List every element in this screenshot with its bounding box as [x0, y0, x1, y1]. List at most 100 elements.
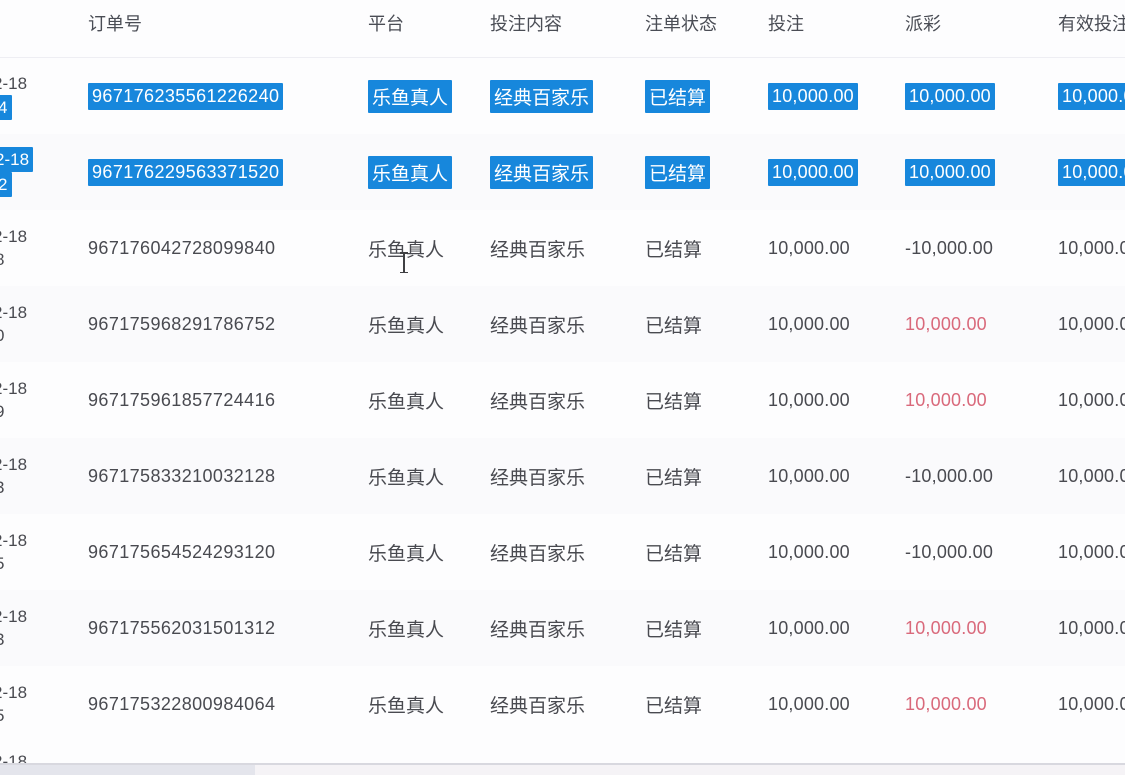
- cell-payout-text: 10,000.00: [905, 83, 995, 110]
- cell-order-no-text: 967175961857724416: [88, 390, 275, 410]
- table-row[interactable]: 2-185967175654524293120乐鱼真人经典百家乐已结算10,00…: [0, 514, 1125, 590]
- cell-platform: 乐鱼真人: [368, 311, 490, 338]
- cell-status: 已结算: [645, 235, 768, 262]
- cell-status: 已结算: [645, 387, 768, 414]
- cell-payout-text: 10,000.00: [905, 694, 987, 714]
- column-header-order-no: 订单号: [88, 0, 368, 57]
- cell-datetime: 2-183: [0, 605, 88, 651]
- cell-bet-content-text: 经典百家乐: [490, 316, 585, 337]
- cell-bet-content-text: 经典百家乐: [490, 468, 585, 489]
- date-line: 2-18: [0, 72, 88, 95]
- cell-payout-text: 10,000.00: [905, 618, 987, 638]
- cell-bet-amount-text: 10,000.00: [768, 314, 850, 334]
- date-line: 2-18: [0, 605, 88, 628]
- table-row[interactable]: 2-184967176235561226240乐鱼真人 经典百家乐 已结算 10,00…: [0, 58, 1125, 134]
- cell-status-text: 已结算: [645, 156, 710, 189]
- cell-bet-content-text: 经典百家乐: [490, 620, 585, 641]
- cell-order-no: 967175322800984064: [88, 694, 368, 715]
- table-row[interactable]: 2-183967175833210032128乐鱼真人经典百家乐已结算10,00…: [0, 438, 1125, 514]
- date-line: 2-18: [0, 377, 88, 400]
- cell-status: 已结算: [645, 691, 768, 718]
- cell-bet-amount: 10,000.00: [768, 390, 905, 411]
- date-text: 2-18: [0, 529, 27, 552]
- cell-valid-bet-text: 10,000.00: [1058, 159, 1125, 186]
- column-header-bet-content: 投注内容: [490, 0, 645, 57]
- cell-bet-content-text: 经典百家乐: [490, 392, 585, 413]
- cell-valid-bet-text: 10,000.00: [1058, 618, 1125, 638]
- cell-bet-amount-text: 10,000.00: [768, 238, 850, 258]
- cell-status: 已结算: [645, 615, 768, 642]
- cell-payout-text: 10,000.00: [905, 159, 995, 186]
- date-line: 2-18: [0, 453, 88, 476]
- cell-bet-amount-text: 10,000.00: [768, 542, 850, 562]
- cell-platform-text: 乐鱼真人: [368, 468, 444, 489]
- cell-status: 已结算: [645, 80, 768, 113]
- cell-order-no: 967176235561226240: [88, 83, 368, 110]
- cell-order-no: 967176229563371520: [88, 159, 368, 186]
- cell-bet-amount-text: 10,000.00: [768, 159, 858, 186]
- cell-valid-bet: 10,000.00: [1058, 83, 1125, 110]
- cell-bet-amount: 10,000.00: [768, 618, 905, 639]
- cell-platform-text: 乐鱼真人: [368, 80, 452, 113]
- table-row[interactable]: 2-185967175322800984064乐鱼真人经典百家乐已结算10,00…: [0, 666, 1125, 742]
- cell-payout-text: 10,000.00: [905, 390, 987, 410]
- table-row[interactable]: 2-182967176229563371520乐鱼真人经典百家乐已结算10,00…: [0, 134, 1125, 210]
- cell-platform-text: 乐鱼真人: [368, 544, 444, 565]
- table-row[interactable]: 2-180967175968291786752乐鱼真人经典百家乐已结算10,00…: [0, 286, 1125, 362]
- horizontal-scrollbar[interactable]: [0, 763, 1125, 775]
- date-line: 2-18: [0, 529, 88, 552]
- cell-payout-text: -10,000.00: [905, 542, 993, 562]
- cell-datetime: 2-185: [0, 529, 88, 575]
- table-row-partial[interactable]: 2-18: [0, 742, 1125, 763]
- time-line: 4: [0, 95, 88, 120]
- date-text: 2-18: [0, 301, 27, 324]
- cell-platform: 乐鱼真人: [368, 80, 490, 113]
- table-header: 订单号 平台 投注内容 注单状态 投注 派彩 有效投注: [0, 0, 1125, 58]
- cell-valid-bet: 10,000.00: [1058, 694, 1125, 715]
- cell-bet-amount-text: 10,000.00: [768, 618, 850, 638]
- date-text: 2-18: [0, 147, 33, 172]
- cell-payout-text: -10,000.00: [905, 466, 993, 486]
- cell-status-text: 已结算: [645, 240, 702, 261]
- cell-status: 已结算: [645, 539, 768, 566]
- time-line: 3: [0, 476, 88, 499]
- cell-order-no-text: 967175322800984064: [88, 694, 275, 714]
- cell-status-text: 已结算: [645, 80, 710, 113]
- cell-valid-bet: 10,000.00: [1058, 466, 1125, 487]
- cell-order-no: 967175968291786752: [88, 314, 368, 335]
- cell-datetime: 2-184: [0, 72, 88, 120]
- cell-order-no-text: 967175654524293120: [88, 542, 275, 562]
- column-header-bet-amount: 投注: [768, 0, 905, 57]
- cell-bet-amount: 10,000.00: [768, 314, 905, 335]
- date-line: 2-18: [0, 301, 88, 324]
- cell-payout: 10,000.00: [905, 390, 1058, 411]
- column-header-datetime: [0, 0, 88, 57]
- text-cursor-icon: [398, 252, 409, 273]
- cell-bet-content: 经典百家乐: [490, 463, 645, 490]
- time-line: 2: [0, 172, 88, 197]
- cell-status-text: 已结算: [645, 392, 702, 413]
- table-body: 2-184967176235561226240乐鱼真人经典百家乐已结算10,00…: [0, 58, 1125, 742]
- cell-bet-amount: 10,000.00: [768, 694, 905, 715]
- date-text: 2-18: [0, 72, 27, 95]
- cell-order-no-text: 967176042728099840: [88, 238, 275, 258]
- cell-payout-text: -10,000.00: [905, 238, 993, 258]
- date-text: 2-18: [0, 681, 27, 704]
- cell-bet-content: 经典百家乐: [490, 156, 645, 189]
- date-line: 2-18: [0, 225, 88, 248]
- cell-platform-text: 乐鱼真人: [368, 392, 444, 413]
- time-text: 5: [0, 552, 4, 575]
- table-row[interactable]: 2-188967176042728099840乐鱼真人经典百家乐已结算10,00…: [0, 210, 1125, 286]
- column-header-platform: 平台: [368, 0, 490, 57]
- cell-payout: 10,000.00: [905, 618, 1058, 639]
- cell-platform: 乐鱼真人: [368, 539, 490, 566]
- cell-payout: 10,000.00: [905, 314, 1058, 335]
- table-row[interactable]: 2-183967175562031501312乐鱼真人经典百家乐已结算10,00…: [0, 590, 1125, 666]
- cell-payout: 10,000.00: [905, 159, 1058, 186]
- scrollbar-thumb[interactable]: [0, 765, 255, 775]
- table-row[interactable]: 2-189967175961857724416乐鱼真人经典百家乐已结算10,00…: [0, 362, 1125, 438]
- cell-valid-bet: 10,000.00: [1058, 390, 1125, 411]
- cell-platform-text: 乐鱼真人: [368, 316, 444, 337]
- cell-bet-content-text: 经典百家乐: [490, 80, 593, 113]
- date-line: 2-18: [0, 681, 88, 704]
